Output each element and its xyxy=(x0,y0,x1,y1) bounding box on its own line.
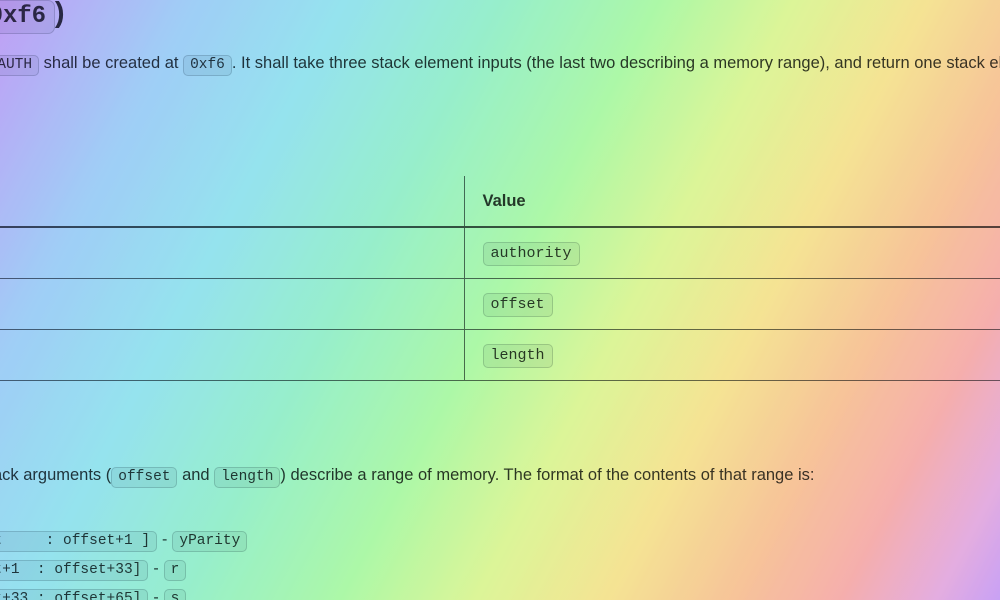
memory-text-1: The final two stack arguments ( xyxy=(0,466,112,484)
table-cell-value: offset xyxy=(463,278,1000,330)
stack-table-head: Stack Value xyxy=(0,176,1000,228)
stack-value-code: length xyxy=(482,344,553,368)
table-cell-stack: top - 0 xyxy=(0,227,464,279)
memory-paragraph: The final two stack arguments (offset an… xyxy=(0,463,1000,490)
intro-paragraph: A new opcode AUTH shall be created at 0x… xyxy=(0,51,1000,78)
stack-value-code: offset xyxy=(482,293,553,317)
section-heading: AUTH (0xf6) xyxy=(0,0,1000,34)
column-header-stack: Stack xyxy=(0,176,464,228)
document-content: AUTH (0xf6) A new opcode AUTH shall be c… xyxy=(0,0,1000,600)
separator-dash: - xyxy=(153,589,159,600)
list-item: memory[offset+33 : offset+65]-s xyxy=(0,584,1000,600)
stack-value-code: authority xyxy=(482,242,580,266)
table-cell-value: authority xyxy=(463,227,1000,279)
memory-range-code: memory[offset+33 : offset+65] xyxy=(0,589,149,600)
memory-field-code: s xyxy=(163,589,187,600)
document-page: AUTH (0xf6) A new opcode AUTH shall be c… xyxy=(0,0,1000,600)
memory-heading: Memory xyxy=(0,421,1000,449)
section-heading-suffix: ) xyxy=(54,0,65,29)
memory-text-2: and xyxy=(177,466,215,484)
auth-opcode-code: AUTH xyxy=(0,55,40,76)
memory-field-code: yParity xyxy=(172,531,248,552)
separator-dash: - xyxy=(153,560,159,577)
table-cell-stack: top - 2 xyxy=(0,329,464,381)
table-cell-stack: top - 1 xyxy=(0,278,464,330)
section-heading-opcode-code: 0xf6 xyxy=(0,0,55,34)
memory-text-3: ) describe a range of memory. The format… xyxy=(280,466,815,484)
separator-dash: - xyxy=(162,531,168,548)
offset-code: offset xyxy=(111,467,178,488)
memory-field-code: r xyxy=(163,560,187,581)
intro-text-2: shall be created at xyxy=(39,54,184,72)
memory-layout-list: memory[offset : offset+1 ]-yParity memor… xyxy=(0,526,1000,600)
auth-address-code: 0xf6 xyxy=(183,55,232,76)
table-row: top - 2 length xyxy=(0,329,1000,381)
table-cell-value: length xyxy=(463,329,1000,381)
list-item: memory[offset+1 : offset+33]-r xyxy=(0,555,1000,584)
intro-text-3: . It shall take three stack element inpu… xyxy=(231,54,1000,72)
table-row: top - 1 offset xyxy=(0,278,1000,330)
stack-table: Stack Value top - 0 authority top - 1 xyxy=(0,176,1000,381)
memory-range-code: memory[offset : offset+1 ] xyxy=(0,531,158,552)
length-code: length xyxy=(214,467,281,488)
table-header-row: Stack Value xyxy=(0,176,1000,228)
column-header-value: Value xyxy=(463,176,1000,228)
list-item: memory[offset : offset+1 ]-yParity xyxy=(0,526,1000,555)
memory-range-code: memory[offset+1 : offset+33] xyxy=(0,560,149,581)
table-row: top - 0 authority xyxy=(0,227,1000,279)
stack-table-body: top - 0 authority top - 1 offset xyxy=(0,227,1000,381)
